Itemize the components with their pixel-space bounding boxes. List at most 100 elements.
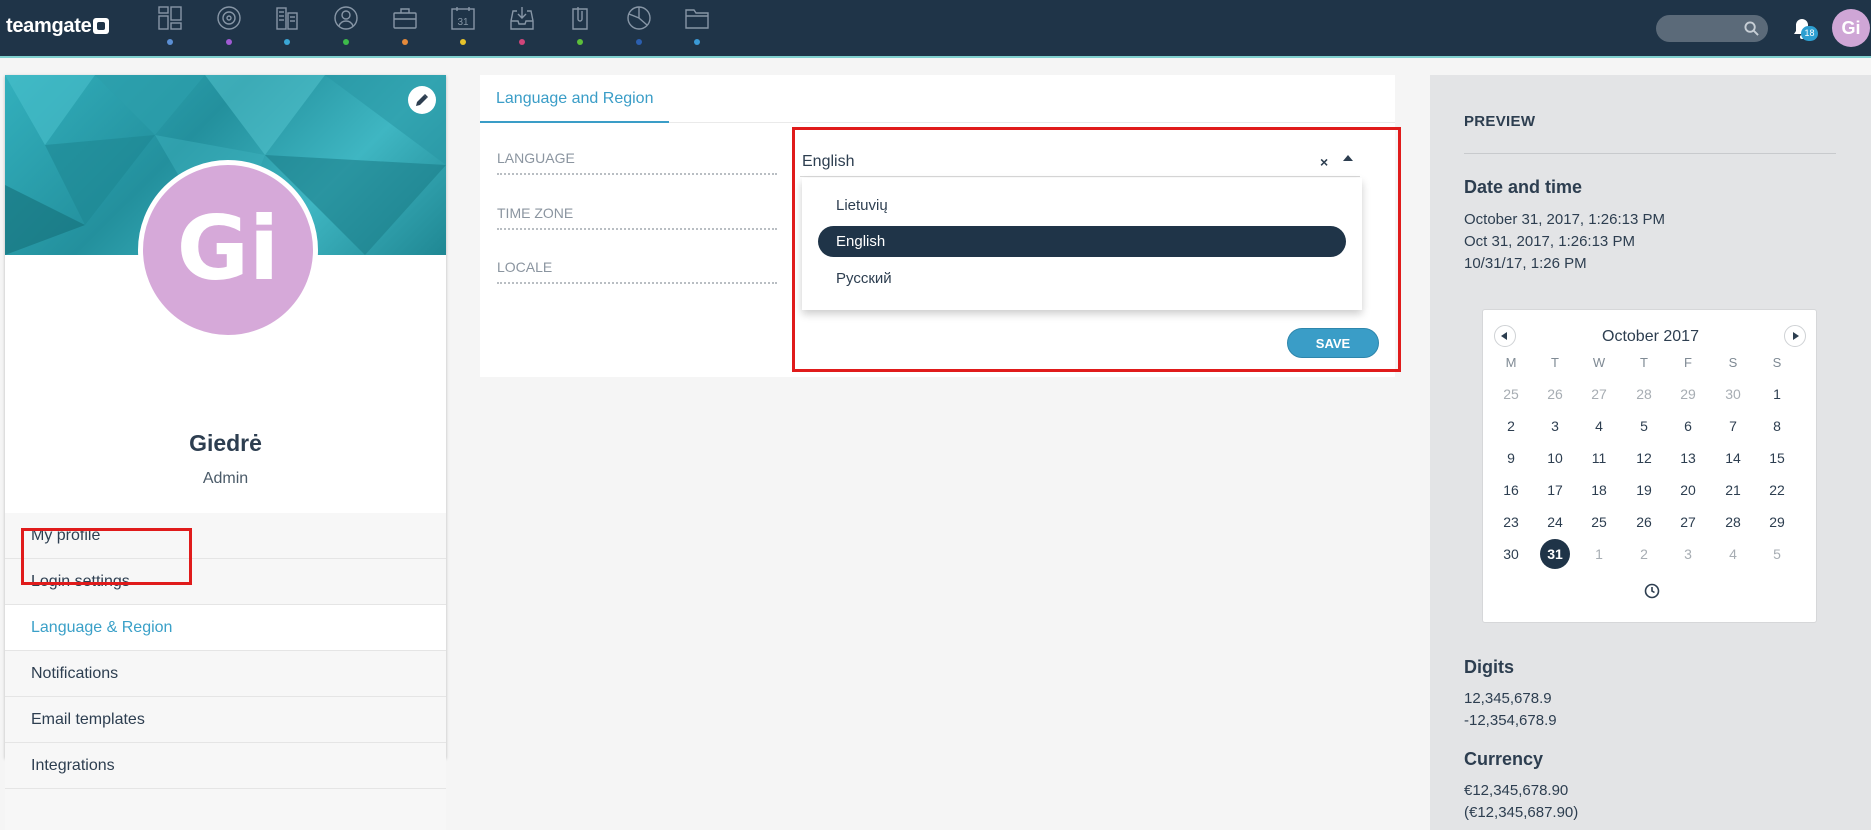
nav-calendar[interactable]: 31 [448,4,478,50]
calendar-day[interactable]: 4 [1584,411,1614,441]
calendar-day[interactable]: 3 [1673,539,1703,569]
calendar-day[interactable]: 21 [1718,475,1748,505]
calendar-day[interactable]: 29 [1762,507,1792,537]
nav-dot [460,39,466,45]
calendar-day[interactable]: 6 [1673,411,1703,441]
calendar-day[interactable]: 3 [1540,411,1570,441]
teamgate-logo[interactable]: teamgate [6,15,110,38]
settings-tabs: Language and Region [480,75,1395,123]
calendar-day[interactable]: 1 [1762,379,1792,409]
highlight-box-language [792,127,1401,372]
calendar-day[interactable]: 15 [1762,443,1792,473]
preview-panel: PREVIEW Date and time October 31, 2017, … [1430,75,1871,830]
menu-item-language-region[interactable]: Language & Region [5,605,446,651]
calendar-widget: October 2017 M T W T F S S 25 26 27 28 29 30 1 2 3 4 5 6 7 8… [1482,309,1817,623]
calendar-day[interactable]: 13 [1673,443,1703,473]
date-medium: Oct 31, 2017, 1:26:13 PM [1464,233,1635,250]
nav-goals[interactable] [214,4,244,50]
timezone-field-label: TIME ZONE [497,205,777,230]
locale-label: LOCALE [497,259,553,275]
calendar-next-button[interactable] [1784,325,1806,347]
calendar-day[interactable]: 16 [1496,475,1526,505]
calendar-day[interactable]: 22 [1762,475,1792,505]
calendar-day[interactable]: 2 [1496,411,1526,441]
calendar-icon: 31 [451,7,475,30]
nav-attachments[interactable] [565,4,595,50]
nav-files[interactable] [682,4,712,50]
dotted-divider [497,173,777,175]
calendar-day[interactable]: 5 [1629,411,1659,441]
calendar-day[interactable]: 26 [1540,379,1570,409]
calendar-day[interactable]: 8 [1762,411,1792,441]
menu-item-integrations[interactable]: Integrations [5,743,446,789]
nav-inbox[interactable] [507,4,537,50]
calendar-day[interactable]: 4 [1718,539,1748,569]
calendar-day[interactable]: 28 [1718,507,1748,537]
attachments-icon [572,7,588,30]
calendar-day[interactable]: 5 [1762,539,1792,569]
profile-avatar[interactable]: Gi [138,160,318,340]
calendar-day[interactable]: 25 [1584,507,1614,537]
calendar-day[interactable]: 2 [1629,539,1659,569]
calendar-weekday: W [1592,355,1606,370]
nav-dot [519,39,525,45]
dotted-divider [497,282,777,284]
logo-mark-icon [93,18,110,34]
calendar-day[interactable]: 27 [1673,507,1703,537]
profile-card: Gi Giedrė Admin My profile Login setting… [5,75,446,830]
date-long: October 31, 2017, 1:26:13 PM [1464,211,1665,228]
nav-deals[interactable] [390,4,420,50]
user-avatar[interactable]: Gi [1832,9,1870,47]
calendar-day[interactable]: 30 [1718,379,1748,409]
menu-item-notifications[interactable]: Notifications [5,651,446,697]
nav-dashboard[interactable] [155,4,185,50]
language-field-label: LANGUAGE [497,150,777,175]
nav-contacts[interactable] [331,4,361,50]
calendar-day[interactable]: 20 [1673,475,1703,505]
nav-dot [577,39,583,45]
nav-dot [167,39,173,45]
nav-reports[interactable] [624,4,654,50]
deals-icon [393,8,417,29]
calendar-day[interactable]: 9 [1496,443,1526,473]
calendar-day[interactable]: 1 [1584,539,1614,569]
target-icon [217,6,241,30]
clock-icon[interactable] [1644,583,1660,599]
calendar-weekday: S [1728,355,1738,370]
menu-item-email-templates[interactable]: Email templates [5,697,446,743]
nav-calendar-day: 31 [457,17,469,28]
inbox-icon [510,7,534,30]
calendar-day[interactable]: 23 [1496,507,1526,537]
calendar-day[interactable]: 14 [1718,443,1748,473]
calendar-day[interactable]: 30 [1496,539,1526,569]
currency-title: Currency [1464,749,1544,769]
calendar-day[interactable]: 28 [1629,379,1659,409]
calendar-day[interactable]: 18 [1584,475,1614,505]
calendar-day[interactable]: 24 [1540,507,1570,537]
calendar-day-selected[interactable]: 31 [1540,539,1570,569]
date-short: 10/31/17, 1:26 PM [1464,255,1587,272]
calendar-day[interactable]: 19 [1629,475,1659,505]
calendar-day[interactable]: 25 [1496,379,1526,409]
calendar-day[interactable]: 12 [1629,443,1659,473]
digits-title: Digits [1464,657,1515,677]
nav-companies[interactable] [272,4,302,50]
calendar-weekday: T [1640,355,1648,370]
highlight-box-menu [21,528,192,585]
date-time-title: Date and time [1464,177,1583,197]
calendar-day[interactable]: 27 [1584,379,1614,409]
calendar-day[interactable]: 7 [1718,411,1748,441]
preview-heading: PREVIEW [1464,113,1536,130]
search-input[interactable] [1656,15,1768,42]
files-icon [685,9,709,29]
profile-role: Admin [202,470,249,487]
nav-dot [284,39,290,45]
calendar-day[interactable]: 29 [1673,379,1703,409]
digits-negative: -12,354,678.9 [1464,712,1557,729]
tab-language-region[interactable]: Language and Region [480,75,670,123]
calendar-day[interactable]: 10 [1540,443,1570,473]
calendar-day[interactable]: 11 [1584,443,1614,473]
calendar-day[interactable]: 26 [1629,507,1659,537]
calendar-day[interactable]: 17 [1540,475,1570,505]
edit-profile-button[interactable] [408,86,436,114]
